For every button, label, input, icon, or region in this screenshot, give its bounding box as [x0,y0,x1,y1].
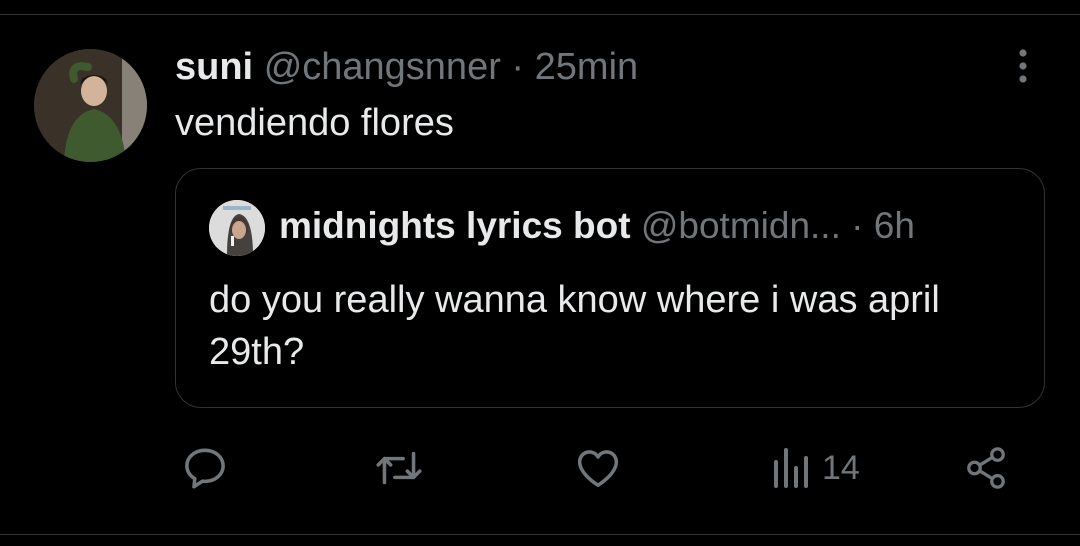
user-handle[interactable]: @changsnner [264,46,501,88]
views-button[interactable]: 14 [770,440,860,496]
tweet-header: suni @changsnner · 25min [175,44,638,90]
bottom-divider [0,534,1080,535]
more-options-icon[interactable] [1005,44,1041,88]
top-divider [0,14,1080,15]
heart-icon [577,450,619,488]
share-icon [967,447,1005,489]
action-bar: 14 [0,440,1080,496]
quoted-tweet-text: do you really wanna know where i was apr… [209,279,940,373]
tweet-text: vendiendo flores [175,102,454,144]
reply-icon [185,448,225,489]
avatar[interactable] [34,49,147,162]
separator-dot: · [511,46,525,88]
display-name[interactable]: suni [175,46,253,88]
share-button[interactable] [963,440,1009,496]
bar-chart-icon [774,448,808,488]
quoted-header: midnights lyrics bot @botmidn... · 6h [279,203,915,249]
retweet-icon [376,451,422,485]
quoted-handle[interactable]: @botmidn... [641,205,841,246]
quoted-separator-dot: · [851,205,864,246]
quoted-timestamp[interactable]: 6h [874,205,915,246]
views-count: 14 [822,448,860,487]
quoted-avatar[interactable] [209,200,265,256]
timestamp[interactable]: 25min [535,46,639,88]
quoted-tweet-card[interactable]: midnights lyrics bot @botmidn... · 6h do… [175,168,1045,408]
retweet-button[interactable] [372,440,426,496]
quoted-display-name[interactable]: midnights lyrics bot [279,205,631,246]
like-button[interactable] [573,440,623,496]
reply-button[interactable] [180,440,230,496]
